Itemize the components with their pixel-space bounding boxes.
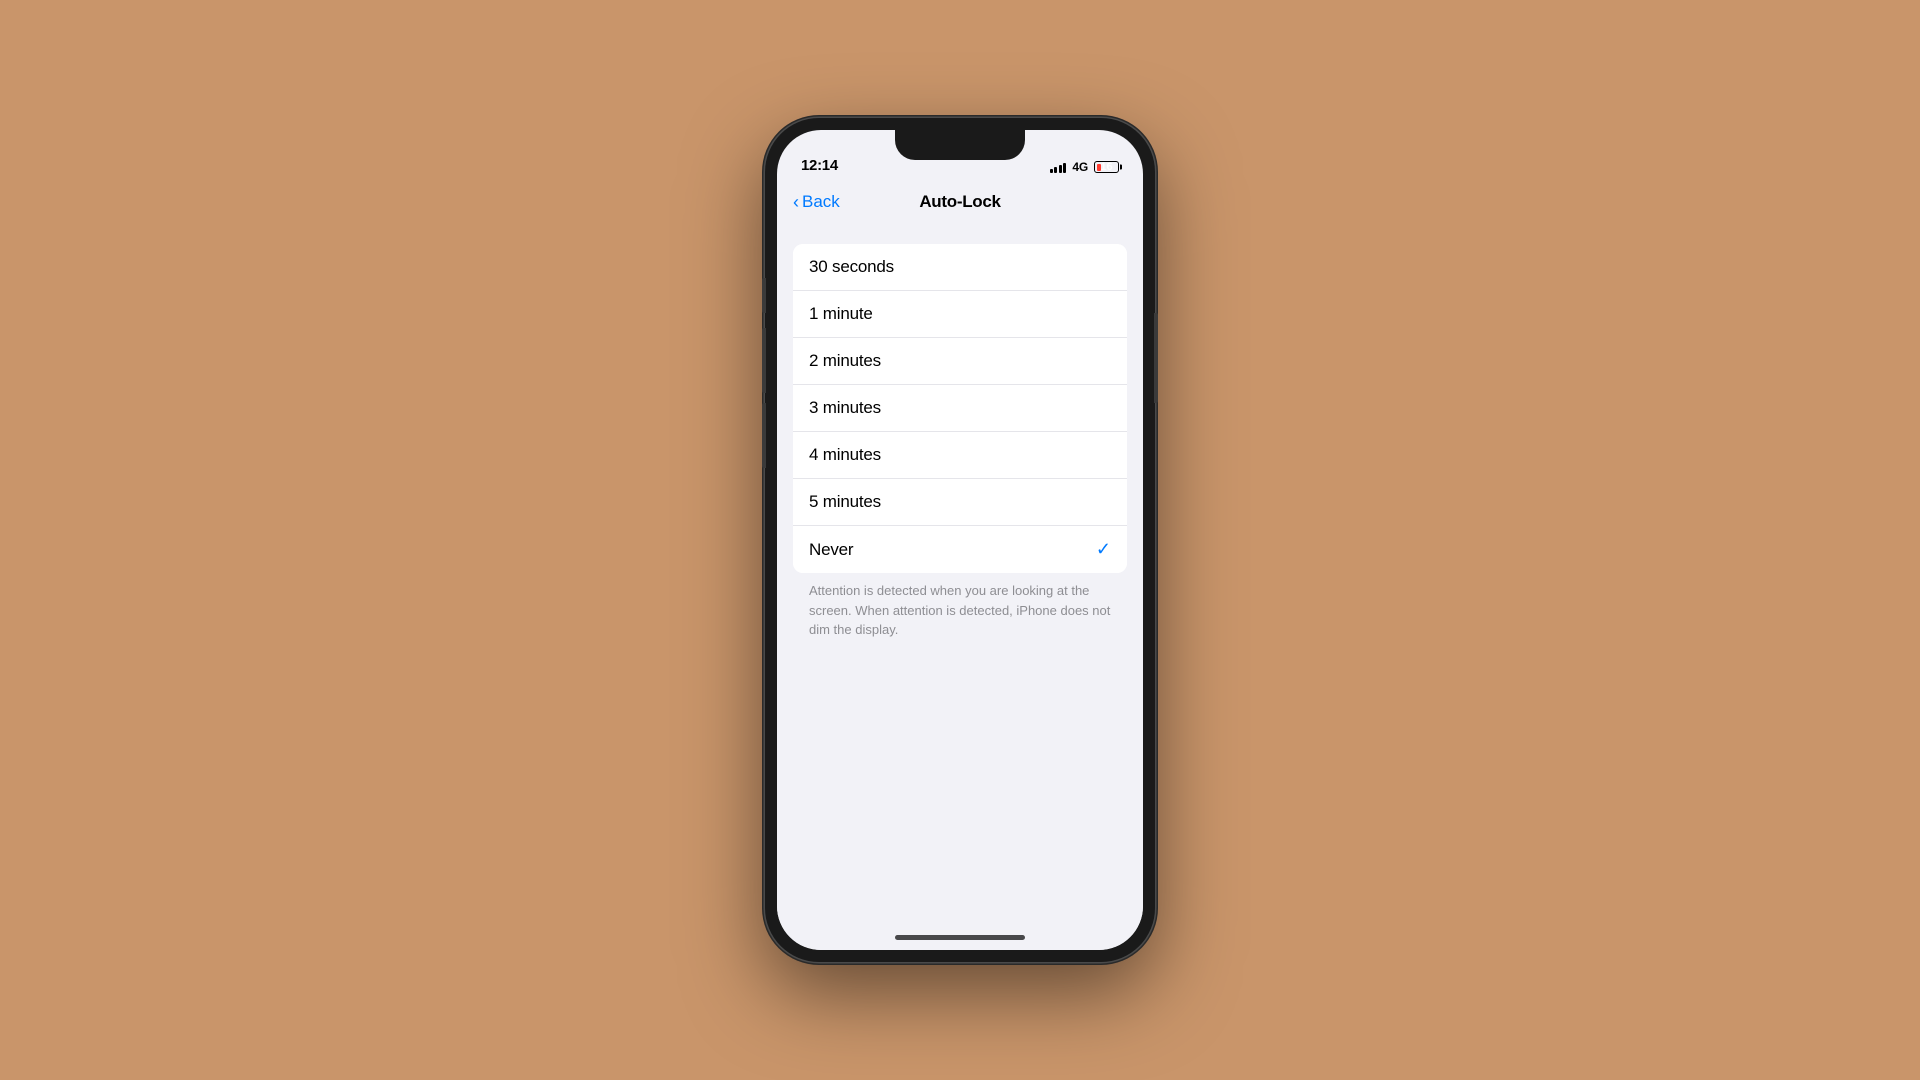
- status-icons: 4G 16: [1050, 160, 1119, 174]
- battery-icon: 16: [1094, 161, 1119, 173]
- nav-bar: ‹ Back Auto-Lock: [777, 180, 1143, 224]
- btn-volume-down: [762, 403, 766, 468]
- home-indicator: [895, 935, 1025, 940]
- option-30-seconds[interactable]: 30 seconds: [793, 244, 1127, 291]
- notch: [895, 130, 1025, 160]
- cell-network-label: 4G: [1072, 160, 1088, 174]
- options-list: 30 seconds 1 minute 2 minutes 3 minutes …: [793, 244, 1127, 573]
- option-5-minutes[interactable]: 5 minutes: [793, 479, 1127, 526]
- option-2-minutes[interactable]: 2 minutes: [793, 338, 1127, 385]
- option-3-minutes-label: 3 minutes: [809, 398, 881, 418]
- back-label: Back: [802, 192, 840, 212]
- btn-volume-up: [762, 328, 766, 393]
- option-4-minutes[interactable]: 4 minutes: [793, 432, 1127, 479]
- phone-wrapper: 12:14 4G 16 ‹: [765, 118, 1155, 962]
- battery-body: 16: [1094, 161, 1119, 173]
- option-4-minutes-label: 4 minutes: [809, 445, 881, 465]
- option-5-minutes-label: 5 minutes: [809, 492, 881, 512]
- option-1-minute[interactable]: 1 minute: [793, 291, 1127, 338]
- chevron-left-icon: ‹: [793, 193, 799, 211]
- signal-icon: [1050, 161, 1067, 173]
- back-button[interactable]: ‹ Back: [793, 192, 840, 212]
- page-title: Auto-Lock: [919, 192, 1000, 212]
- content-area: 30 seconds 1 minute 2 minutes 3 minutes …: [777, 224, 1143, 950]
- selected-checkmark-icon: ✓: [1096, 539, 1111, 560]
- option-2-minutes-label: 2 minutes: [809, 351, 881, 371]
- option-30-seconds-label: 30 seconds: [809, 257, 894, 277]
- footer-note: Attention is detected when you are looki…: [809, 581, 1111, 640]
- status-time: 12:14: [801, 157, 838, 174]
- option-never[interactable]: Never ✓: [793, 526, 1127, 573]
- option-3-minutes[interactable]: 3 minutes: [793, 385, 1127, 432]
- option-1-minute-label: 1 minute: [809, 304, 873, 324]
- btn-mute: [762, 278, 766, 313]
- battery-number: 16: [1100, 161, 1112, 173]
- phone-screen: 12:14 4G 16 ‹: [777, 130, 1143, 950]
- btn-power: [1154, 313, 1158, 403]
- option-never-label: Never: [809, 540, 853, 560]
